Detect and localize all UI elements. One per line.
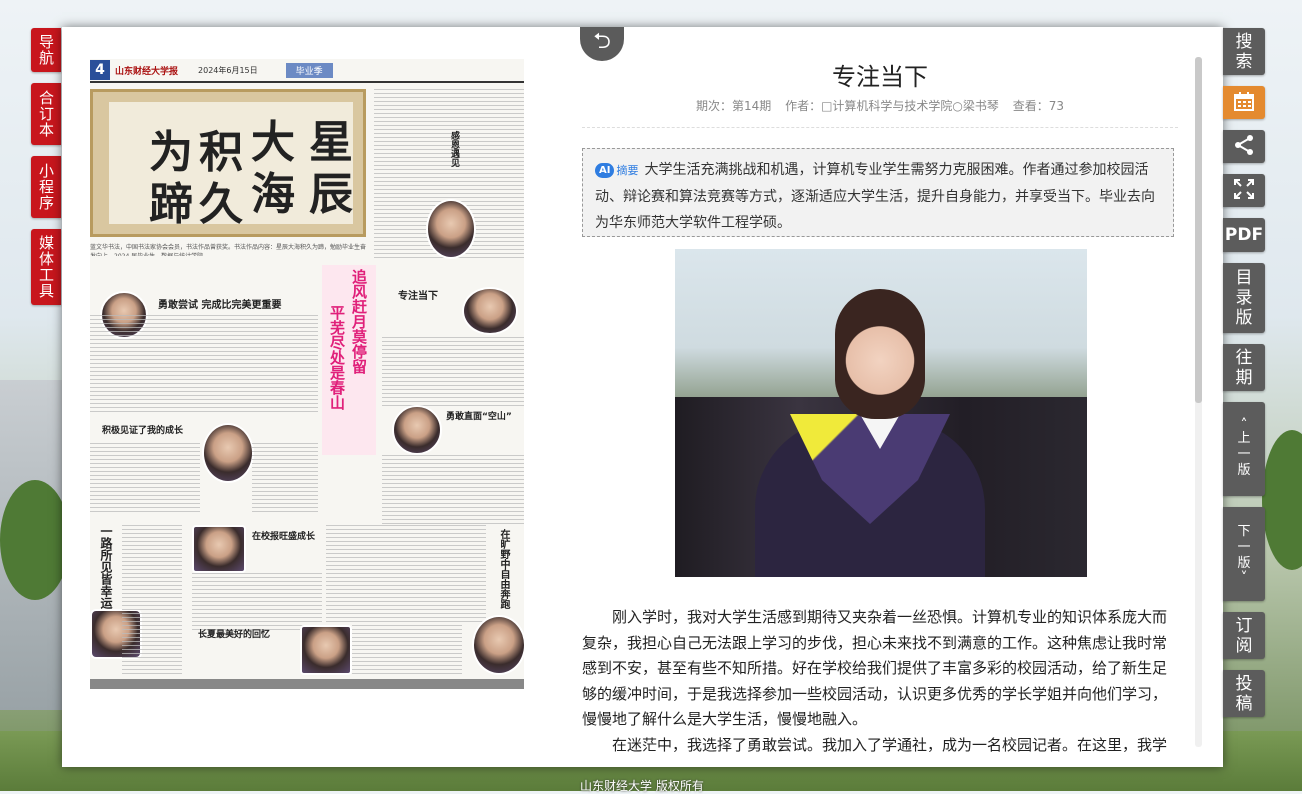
main-panel: 4 山东财经大学报 2024年6月15日 毕业季 星 辰 大 海 积 久 为 蹄… bbox=[62, 27, 1223, 767]
text-column bbox=[192, 573, 322, 633]
article-paragraph: 在迷茫中，我选择了勇敢尝试。我加入了学通社，成为一名校园记者。在这里，我学会了用 bbox=[612, 735, 1168, 754]
student-photo bbox=[300, 625, 352, 675]
text-column bbox=[122, 525, 182, 675]
headline: 勇敢尝试 完成比完美更重要 bbox=[158, 300, 282, 311]
scrollbar-thumb[interactable] bbox=[1195, 57, 1202, 403]
student-photo bbox=[392, 405, 442, 455]
calligraphy-artwork[interactable]: 星 辰 大 海 积 久 为 蹄 bbox=[90, 89, 366, 237]
headline: 长夏最美好的回忆 bbox=[198, 630, 271, 640]
text-column bbox=[382, 455, 524, 525]
text-column bbox=[90, 315, 318, 415]
text-column bbox=[326, 525, 486, 625]
article-author: 作者：□计算机科学与技术学院○梁书琴 bbox=[785, 99, 999, 113]
fullscreen-icon bbox=[1233, 178, 1255, 204]
ai-icon: AI bbox=[595, 163, 615, 178]
fullscreen-button[interactable] bbox=[1223, 174, 1265, 207]
left-tab-group: 导航 合订本 小程序 媒体工具 bbox=[31, 28, 61, 316]
newspaper-page[interactable]: 4 山东财经大学报 2024年6月15日 毕业季 星 辰 大 海 积 久 为 蹄… bbox=[90, 59, 524, 689]
article-scrollbar[interactable] bbox=[1195, 57, 1202, 747]
pdf-button[interactable]: PDF bbox=[1223, 218, 1265, 252]
search-button[interactable]: 搜索 bbox=[1223, 28, 1265, 75]
article-views: 查看：73 bbox=[1012, 99, 1065, 113]
back-arrow-icon: ⮌ bbox=[593, 29, 611, 54]
page-number: 4 bbox=[90, 60, 110, 80]
calligraphy-char: 久 bbox=[199, 179, 243, 230]
copyright-text: 山东财经大学 版权所有 bbox=[580, 779, 704, 793]
headline: 在旷野中自由奔跑 bbox=[498, 529, 509, 609]
calligraphy-char: 辰 bbox=[309, 169, 353, 220]
text-column bbox=[382, 337, 524, 407]
calendar-icon bbox=[1233, 91, 1255, 115]
article-meta: 期次：第14期 作者：□计算机科学与技术学院○梁书琴 查看：73 bbox=[582, 97, 1178, 114]
tab-navigation[interactable]: 导航 bbox=[31, 28, 61, 72]
calendar-button[interactable] bbox=[1223, 86, 1265, 119]
poem-line: 平芜尽处是春山 bbox=[328, 305, 346, 410]
tab-media-tools[interactable]: 媒体工具 bbox=[31, 229, 61, 305]
student-photo bbox=[462, 287, 518, 335]
pdf-label: PDF bbox=[1224, 225, 1264, 245]
text-column bbox=[252, 443, 318, 513]
share-button[interactable] bbox=[1223, 130, 1265, 163]
student-photo bbox=[202, 423, 254, 483]
previous-page-button[interactable]: ˄ 上一版 bbox=[1223, 402, 1265, 496]
newspaper-header: 4 山东财经大学报 2024年6月15日 毕业季 bbox=[90, 59, 524, 83]
tab-mini-program[interactable]: 小程序 bbox=[31, 156, 61, 218]
newspaper-footer bbox=[90, 679, 524, 689]
article-issue: 期次：第14期 bbox=[695, 99, 772, 113]
background-tree bbox=[1262, 430, 1302, 570]
headline: 在校报旺盛成长 bbox=[252, 532, 316, 542]
ai-abstract-box: AI 摘要 大学生活充满挑战和机遇，计算机专业学生需努力克服困难。作者通过参加校园活… bbox=[582, 148, 1174, 237]
calligraphy-char: 蹄 bbox=[149, 179, 193, 230]
newspaper-section: 毕业季 bbox=[285, 62, 333, 78]
poem-box: 追风赶月莫停留 平芜尽处是春山 bbox=[322, 265, 376, 455]
abstract-label: 摘要 bbox=[616, 164, 639, 177]
article-title: 专注当下 bbox=[832, 63, 928, 91]
newspaper-name: 山东财经大学报 bbox=[115, 66, 179, 77]
article-body: 刚入学时，我对大学生活感到期待又夹杂着一丝恐惧。计算机专业的知识体系庞大而复杂，… bbox=[582, 605, 1178, 757]
poem-line: 追风赶月莫停留 bbox=[350, 269, 368, 374]
headline: 勇敢直面“空山” bbox=[446, 412, 512, 422]
chevron-down-icon: ˅ bbox=[1240, 570, 1248, 586]
right-toolbar: 搜索 PDF 目录版 往期 ˄ 上一版 下一版 ˅ 订阅 投稿 bbox=[1223, 28, 1265, 728]
text-column bbox=[90, 443, 200, 513]
student-photo bbox=[426, 199, 476, 259]
calligraphy-char: 海 bbox=[251, 169, 295, 220]
headline: 一路所见皆幸运 bbox=[99, 525, 113, 609]
divider bbox=[582, 127, 1178, 128]
share-icon bbox=[1233, 134, 1255, 160]
headline: 积极见证了我的成长 bbox=[102, 426, 184, 436]
newspaper-date: 2024年6月15日 bbox=[198, 65, 258, 75]
headline: 感恩遇见 bbox=[449, 131, 459, 167]
article-panel: 专注当下 期次：第14期 作者：□计算机科学与技术学院○梁书琴 查看：73 AI… bbox=[582, 57, 1178, 757]
calligraphy-caption: 蓝文华书法，中国书法家协会会员，书法作品曾获奖。书法作品内容：星辰大海积久为蹄，… bbox=[90, 244, 366, 256]
text-column bbox=[352, 625, 462, 675]
subscribe-button[interactable]: 订阅 bbox=[1223, 612, 1265, 659]
student-photo bbox=[472, 615, 524, 675]
headline: 专注当下 bbox=[398, 291, 438, 302]
past-issues-button[interactable]: 往期 bbox=[1223, 344, 1265, 391]
student-photo bbox=[192, 525, 246, 573]
article-photo bbox=[675, 249, 1087, 577]
article-paragraph: 刚入学时，我对大学生活感到期待又夹杂着一丝恐惧。计算机专业的知识体系庞大而复杂，… bbox=[582, 608, 1168, 728]
next-page-button[interactable]: 下一版 ˅ bbox=[1223, 507, 1265, 601]
chevron-up-icon: ˄ bbox=[1240, 417, 1248, 433]
submit-article-button[interactable]: 投稿 bbox=[1223, 670, 1265, 717]
toc-button[interactable]: 目录版 bbox=[1223, 263, 1265, 333]
background-tree bbox=[0, 480, 70, 600]
abstract-text: 大学生活充满挑战和机遇，计算机专业学生需努力克服困难。作者通过参加校园活动、辩论… bbox=[595, 162, 1155, 231]
tab-bound-volume[interactable]: 合订本 bbox=[31, 83, 61, 145]
